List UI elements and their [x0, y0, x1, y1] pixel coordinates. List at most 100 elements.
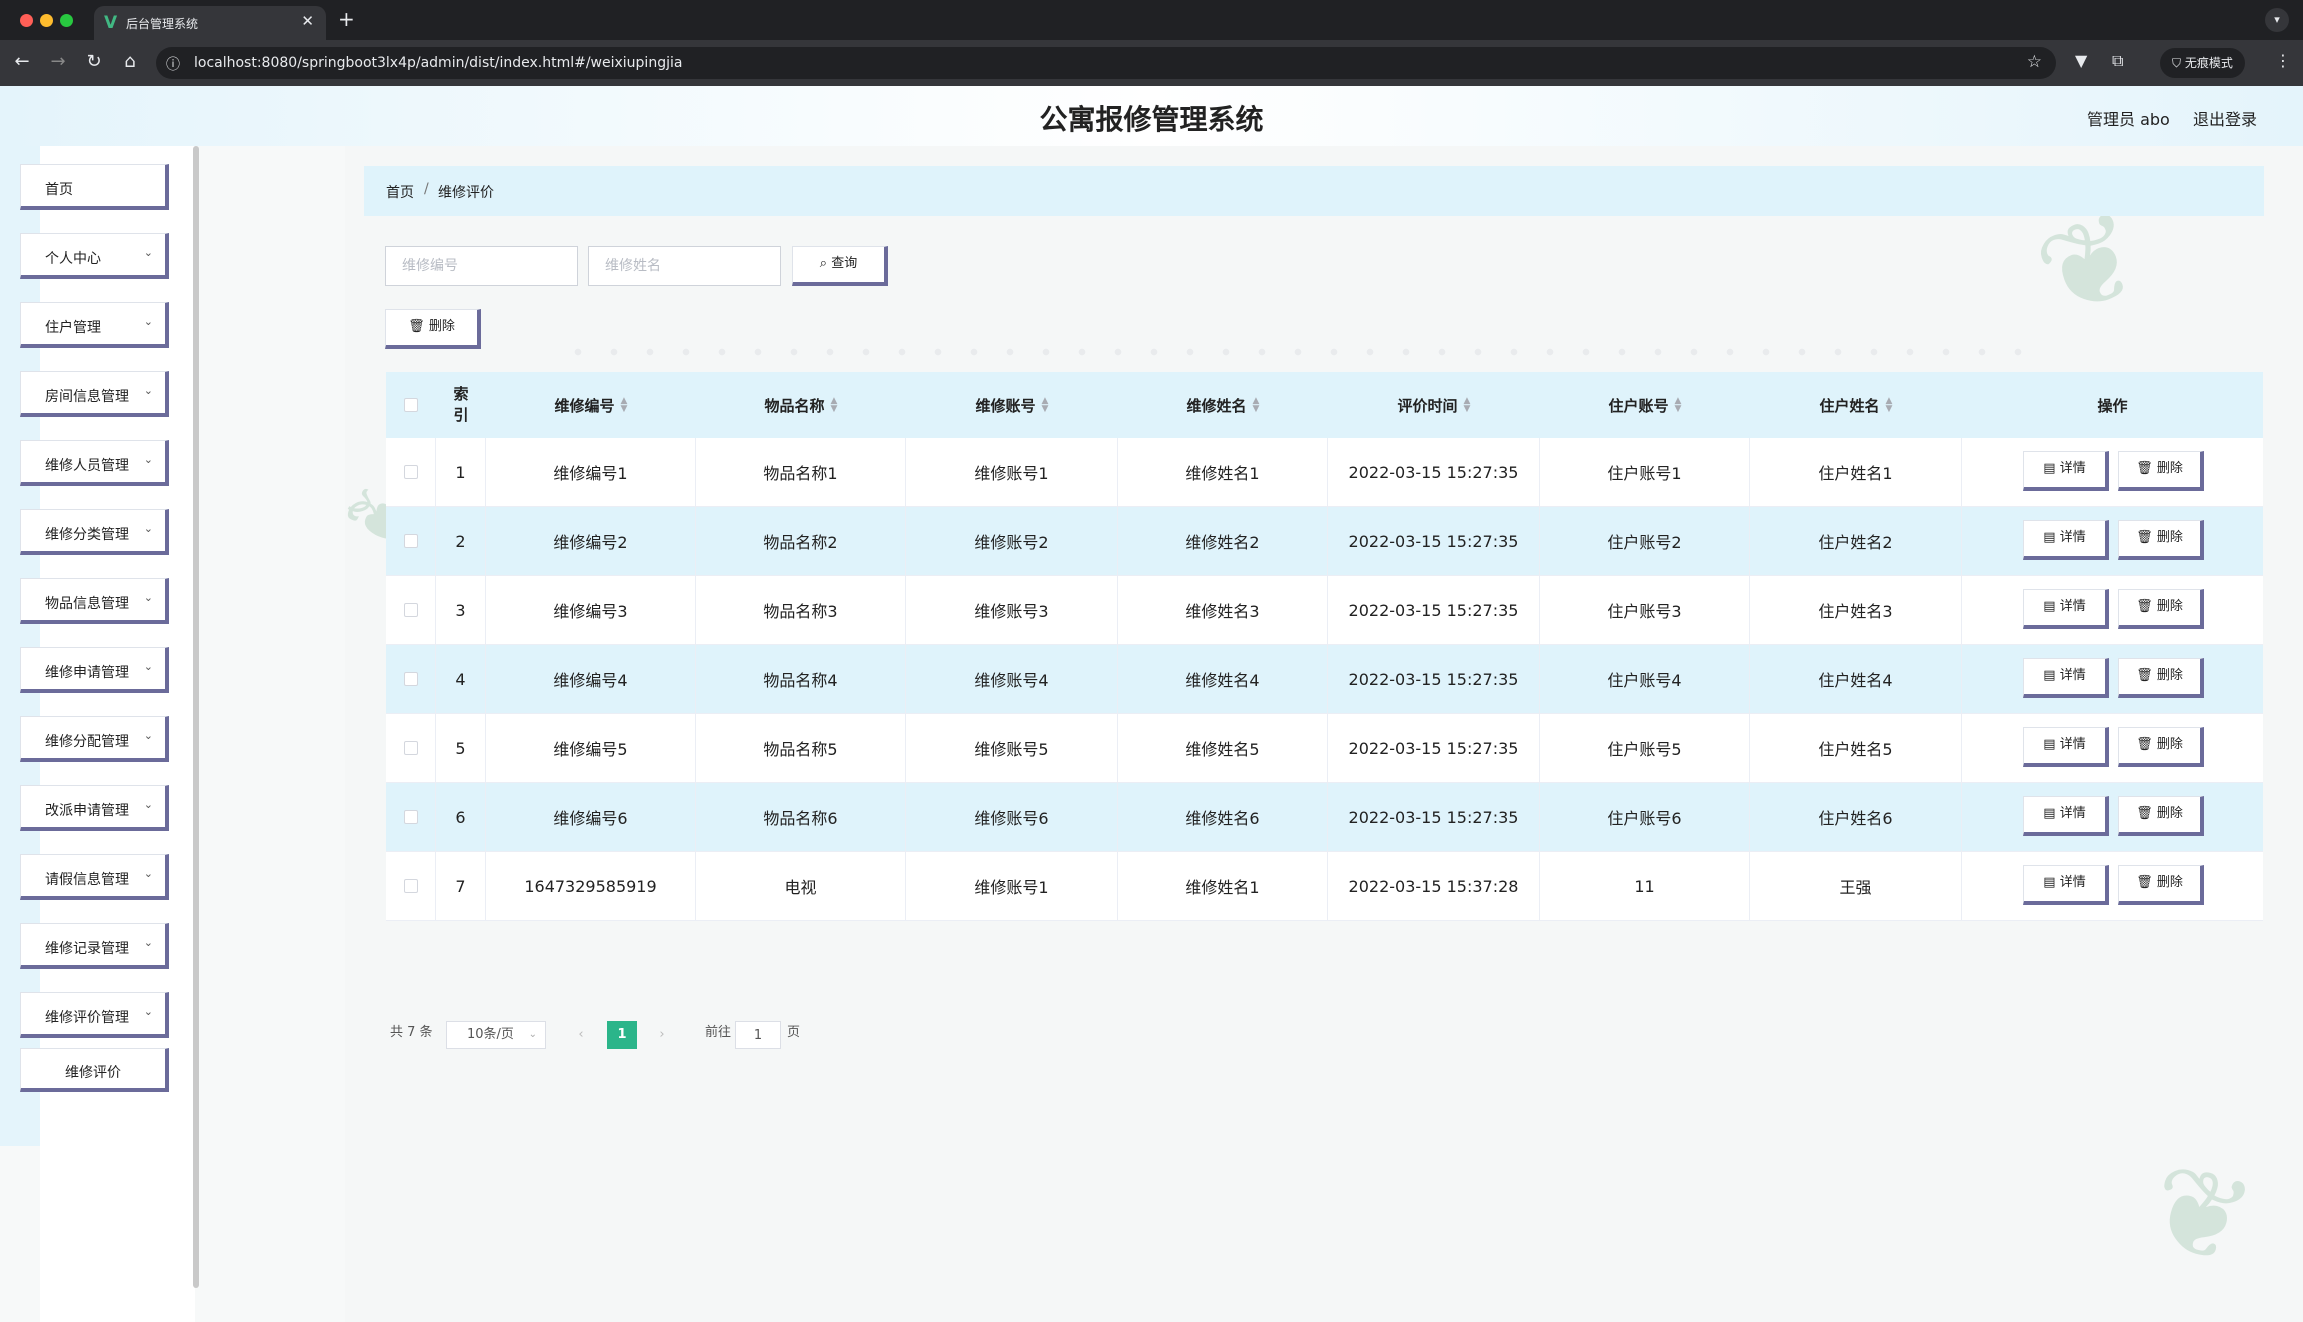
batch-delete-button[interactable]: 🗑 删除 [385, 309, 481, 349]
site-info-icon[interactable]: ⓘ [166, 54, 180, 74]
trash-icon: 🗑 [2136, 668, 2157, 683]
sidebar-item-label: 首页 [45, 182, 73, 198]
sidebar-item[interactable]: 维修分配管理 ⌄ [20, 716, 169, 762]
column-header-label: 维修账号 [975, 396, 1036, 415]
tab-close-icon[interactable]: ✕ [301, 12, 314, 30]
extensions-icon[interactable]: ⧉ [2112, 51, 2123, 71]
sidebar-item[interactable]: 请假信息管理 ⌄ [20, 854, 169, 900]
delete-button[interactable]: 🗑 删除 [2118, 451, 2204, 491]
row-checkbox[interactable] [403, 741, 418, 755]
delete-button-label: 删除 [2156, 806, 2183, 821]
vue-devtools-icon[interactable]: ▼ [2075, 51, 2087, 70]
sort-icon[interactable]: ▲ ▼ [1253, 397, 1260, 414]
sidebar-item[interactable]: 维修人员管理 ⌄ [20, 440, 169, 486]
maximize-window-button[interactable] [60, 14, 73, 27]
close-window-button[interactable] [20, 14, 33, 27]
sidebar-subitem-evaluation[interactable]: 维修评价 [20, 1048, 169, 1092]
detail-button-label: 详情 [2059, 599, 2086, 614]
query-button[interactable]: ⌕ 查询 [792, 246, 888, 286]
reload-icon[interactable]: ↻ [82, 51, 106, 72]
sort-icon[interactable]: ▲ ▼ [1675, 397, 1682, 414]
delete-button[interactable]: 🗑 删除 [2118, 796, 2204, 836]
goto-page-input[interactable] [735, 1021, 781, 1049]
prev-page-button[interactable]: ‹ [566, 1021, 596, 1049]
sort-icon[interactable]: ▲ ▼ [831, 397, 838, 414]
detail-button[interactable]: ▤ 详情 [2023, 451, 2109, 491]
sort-icon[interactable]: ▲ ▼ [1886, 397, 1893, 414]
sidebar-item-label: 房间信息管理 [45, 389, 129, 405]
sidebar-item[interactable]: 改派申请管理 ⌄ [20, 785, 169, 831]
app-header: 公寓报修管理系统 管理员 abo 退出登录 [0, 86, 2303, 146]
sidebar-item[interactable]: 维修分类管理 ⌄ [20, 509, 169, 555]
sort-icon[interactable]: ▲ ▼ [621, 397, 628, 414]
delete-button[interactable]: 🗑 删除 [2118, 865, 2204, 905]
row-checkbox[interactable] [403, 465, 418, 479]
tab-search-icon[interactable]: ▾ [2265, 8, 2289, 32]
sidebar-item[interactable]: 个人中心 ⌄ [20, 233, 169, 279]
trash-icon: 🗑 [408, 319, 429, 334]
chevron-down-icon: ⌄ [143, 798, 153, 811]
detail-button[interactable]: ▤ 详情 [2023, 658, 2109, 698]
url-text[interactable]: localhost:8080/springboot3lx4p/admin/dis… [194, 55, 682, 71]
select-all-checkbox[interactable] [404, 398, 418, 412]
home-icon[interactable]: ⌂ [118, 51, 142, 72]
table-row: 2 维修编号2 物品名称2 维修账号2 维修姓名2 2022-03-15 15:27:35… [386, 507, 2263, 576]
sidebar-item[interactable]: 物品信息管理 ⌄ [20, 578, 169, 624]
next-page-button[interactable]: › [647, 1021, 677, 1049]
column-header[interactable]: 维修编号 ▲ ▼ [486, 372, 696, 438]
column-header[interactable]: 评价时间 ▲ ▼ [1328, 372, 1540, 438]
table-cell: 维修编号1 [486, 438, 696, 506]
detail-button[interactable]: ▤ 详情 [2023, 589, 2109, 629]
table-cell: 7 [436, 852, 486, 920]
bookmark-star-icon[interactable]: ☆ [2027, 52, 2042, 72]
row-checkbox[interactable] [403, 879, 418, 893]
forward-icon[interactable]: → [46, 51, 70, 72]
sidebar-item[interactable]: 维修评价管理 ⌄ [20, 992, 169, 1038]
incognito-indicator[interactable]: ⛉ 无痕模式 [2160, 48, 2245, 78]
sidebar-item[interactable]: 维修记录管理 ⌄ [20, 923, 169, 969]
table-cell: 物品名称6 [696, 783, 906, 851]
table-cell: 5 [436, 714, 486, 782]
row-checkbox[interactable] [403, 810, 418, 824]
table-cell: 住户姓名5 [1750, 714, 1962, 782]
table-cell: 维修姓名1 [1118, 852, 1328, 920]
breadcrumb-home[interactable]: 首页 [386, 182, 414, 202]
new-tab-icon[interactable]: + [338, 7, 355, 31]
column-header[interactable]: 物品名称 ▲ ▼ [696, 372, 906, 438]
sort-icon[interactable]: ▲ ▼ [1464, 397, 1471, 414]
repair-number-input[interactable] [385, 246, 578, 286]
sidebar-item[interactable]: 维修申请管理 ⌄ [20, 647, 169, 693]
back-icon[interactable]: ← [10, 51, 34, 72]
repair-name-input[interactable] [588, 246, 781, 286]
detail-button[interactable]: ▤ 详情 [2023, 865, 2109, 905]
delete-button[interactable]: 🗑 删除 [2118, 658, 2204, 698]
column-header[interactable]: 住户账号 ▲ ▼ [1540, 372, 1750, 438]
table-cell: 2022-03-15 15:27:35 [1328, 576, 1540, 644]
column-header[interactable]: 维修姓名 ▲ ▼ [1118, 372, 1328, 438]
delete-button[interactable]: 🗑 删除 [2118, 589, 2204, 629]
column-header[interactable]: 维修账号 ▲ ▼ [906, 372, 1118, 438]
browser-menu-icon[interactable]: ⋮ [2275, 51, 2291, 70]
row-checkbox[interactable] [403, 672, 418, 686]
row-checkbox[interactable] [403, 534, 418, 548]
column-header[interactable]: 住户姓名 ▲ ▼ [1750, 372, 1962, 438]
detail-button[interactable]: ▤ 详情 [2023, 727, 2109, 767]
minimize-window-button[interactable] [40, 14, 53, 27]
delete-button[interactable]: 🗑 删除 [2118, 520, 2204, 560]
sidebar-scrollbar[interactable] [193, 146, 199, 1288]
document-icon: ▤ [2043, 599, 2060, 614]
detail-button[interactable]: ▤ 详情 [2023, 520, 2109, 560]
address-bar[interactable]: ⓘ localhost:8080/springboot3lx4p/admin/d… [156, 47, 2056, 79]
column-header-label: 住户姓名 [1819, 396, 1880, 415]
logout-button[interactable]: 退出登录 [2193, 106, 2257, 130]
sidebar-item[interactable]: 房间信息管理 ⌄ [20, 371, 169, 417]
detail-button[interactable]: ▤ 详情 [2023, 796, 2109, 836]
sort-icon[interactable]: ▲ ▼ [1042, 397, 1049, 414]
browser-tab[interactable]: V 后台管理系统 ✕ [94, 6, 326, 40]
row-checkbox[interactable] [403, 603, 418, 617]
page-number-current[interactable]: 1 [607, 1021, 637, 1049]
sidebar-item[interactable]: 首页 [20, 164, 169, 210]
sidebar-item[interactable]: 住户管理 ⌄ [20, 302, 169, 348]
delete-button[interactable]: 🗑 删除 [2118, 727, 2204, 767]
page-size-select[interactable]: 10条/页 ⌄ [446, 1021, 546, 1049]
